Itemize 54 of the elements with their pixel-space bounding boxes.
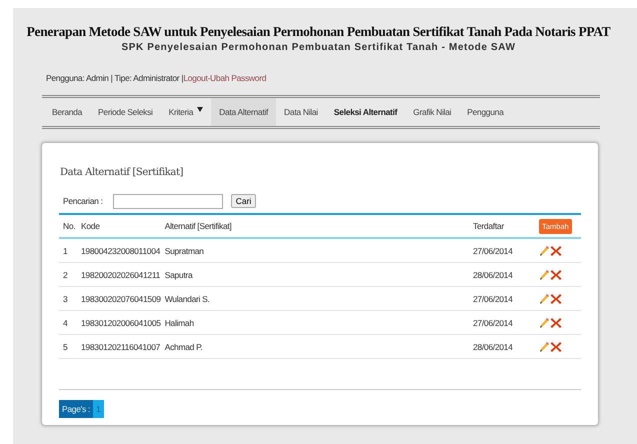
pencil-icon[interactable] xyxy=(539,244,550,256)
pencil-icon[interactable] xyxy=(539,340,550,352)
table-cell: 198300202076041509 xyxy=(79,286,163,310)
page-title: Penerapan Metode SAW untuk Penyelesaian Permohonan Pembuatan Sertifikat Tanah Pada Notaris PPAT xyxy=(26,24,612,40)
search-label: Pencarian : xyxy=(63,196,103,206)
table-cell: 198200202026041211 xyxy=(79,262,163,286)
column-header: Kode xyxy=(79,214,163,238)
nav-tab[interactable]: Data Alternatif xyxy=(211,98,276,126)
table-cell: 198301202006041005 xyxy=(79,310,163,334)
table-cell: 27/06/2014 xyxy=(471,310,537,334)
nav-tab[interactable]: Periode Seleksi xyxy=(90,98,161,126)
delete-icon[interactable] xyxy=(550,268,562,280)
nav-tab[interactable]: Grafik Nilai xyxy=(405,98,460,126)
nav-tab[interactable]: Beranda xyxy=(44,98,90,126)
table-cell: Wulandari S. xyxy=(162,286,471,310)
table-cell: 28/06/2014 xyxy=(471,334,537,358)
table-cell: Saputra xyxy=(162,262,471,286)
delete-icon[interactable] xyxy=(550,244,562,256)
link-separator: - xyxy=(208,73,210,83)
table-cell: 27/06/2014 xyxy=(471,238,537,262)
delete-icon[interactable] xyxy=(550,316,562,328)
table-cell: 28/06/2014 xyxy=(471,262,537,286)
search-button[interactable]: Cari xyxy=(230,194,256,208)
table-cell: Supratman xyxy=(162,238,471,262)
pencil-icon[interactable] xyxy=(539,268,550,280)
change-password-link[interactable]: Ubah Password xyxy=(210,73,266,83)
table-cell: 1 xyxy=(59,238,79,262)
column-header: Terdaftar xyxy=(471,214,537,238)
table-cell: 2 xyxy=(59,262,79,286)
nav-tab[interactable]: Seleksi Alternatif xyxy=(326,98,406,126)
logout-link[interactable]: Logout xyxy=(183,73,208,83)
pencil-icon[interactable] xyxy=(539,316,550,328)
search-field[interactable] xyxy=(112,194,223,208)
table-cell: 5 xyxy=(59,334,79,358)
table-cell: Halimah xyxy=(162,310,471,334)
nav-tab[interactable]: Data Nilai xyxy=(276,98,326,126)
column-header: Alternatif [Sertifikat] xyxy=(162,214,471,238)
nav-tab[interactable]: Pengguna xyxy=(459,98,512,126)
pencil-icon[interactable] xyxy=(539,292,550,304)
caret-icon xyxy=(197,106,204,112)
user-info: Pengguna: Admin | Tipe: Administrator | xyxy=(46,73,184,83)
nav-tab[interactable]: Kriteria xyxy=(160,98,212,126)
table-cell: 198004232008011004 xyxy=(79,238,163,262)
delete-icon[interactable] xyxy=(550,340,562,352)
pager-label: Page's : xyxy=(59,400,94,418)
table-cell: 27/06/2014 xyxy=(471,286,537,310)
column-header: No. xyxy=(59,214,79,238)
table-cell: 4 xyxy=(59,310,79,334)
page-subtitle: SPK Penyelesaian Permohonan Pembuatan Sertifikat Tanah - Metode SAW xyxy=(120,42,516,53)
panel-title: Data Alternatif [Sertifikat] xyxy=(60,167,184,178)
table-cell: 198301202116041007 xyxy=(79,334,163,358)
table-cell: 3 xyxy=(59,286,79,310)
delete-icon[interactable] xyxy=(550,292,562,304)
table-cell: Achmad P. xyxy=(162,334,471,358)
